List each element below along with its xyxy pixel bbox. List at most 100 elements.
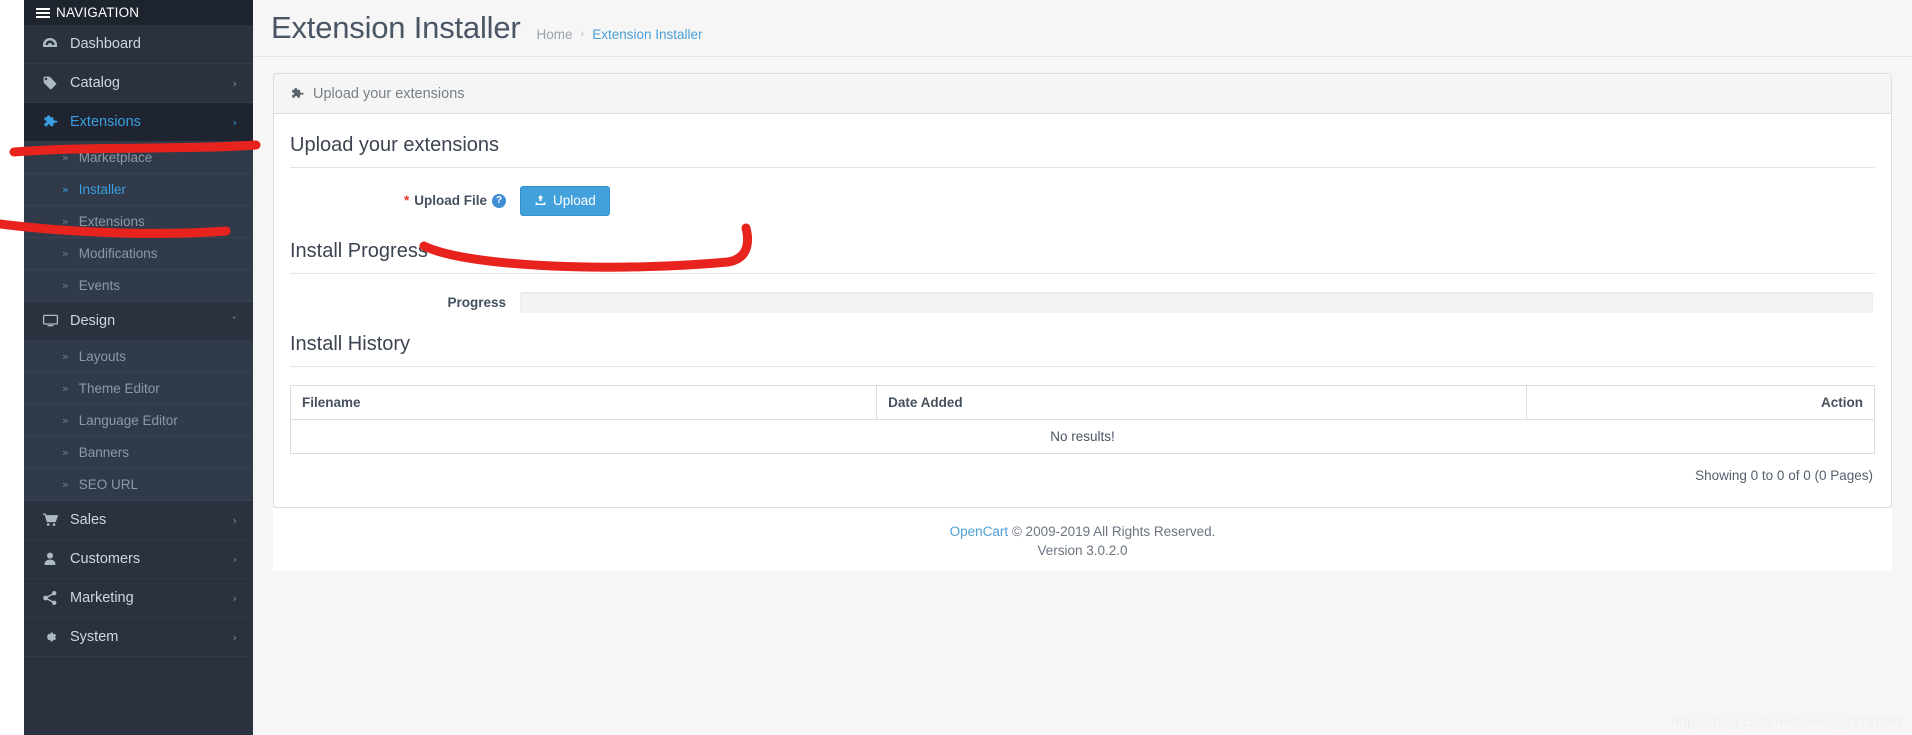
upload-button-label: Upload [553, 194, 596, 208]
upload-file-label-text: Upload File [414, 193, 487, 208]
chevron-right-icon: › [233, 514, 237, 527]
page-header: Extension Installer Home › Extension Ins… [253, 0, 1912, 57]
sidebar: NAVIGATION Dashboard Catalog › Extension… [24, 0, 253, 735]
opencart-link[interactable]: OpenCart [950, 524, 1009, 539]
column-header-action: Action [1526, 385, 1874, 419]
sidebar-item-modifications[interactable]: » Modifications [24, 238, 253, 270]
sidebar-item-theme-editor[interactable]: » Theme Editor [24, 373, 253, 405]
upload-file-label: * Upload File ? [290, 193, 520, 208]
sidebar-item-sales[interactable]: Sales › [24, 501, 253, 540]
footer: OpenCart © 2009-2019 All Rights Reserved… [273, 508, 1892, 571]
column-header-filename[interactable]: Filename [291, 385, 877, 419]
chevron-right-icon: » [62, 382, 69, 395]
progress-label: Progress [290, 295, 520, 310]
sidebar-item-extensions[interactable]: Extensions › [24, 103, 253, 142]
chevron-right-icon: » [62, 279, 69, 292]
sidebar-item-label: Installer [79, 182, 126, 197]
sidebar-item-label: SEO URL [79, 477, 138, 492]
chevron-right-icon: › [233, 553, 237, 566]
chevron-right-icon: › [233, 631, 237, 644]
sidebar-item-customers[interactable]: Customers › [24, 540, 253, 579]
sidebar-item-catalog[interactable]: Catalog › [24, 64, 253, 103]
sidebar-item-banners[interactable]: » Banners [24, 437, 253, 469]
footer-copyright-text: © 2009-2019 All Rights Reserved. [1012, 524, 1216, 539]
install-history-table: Filename Date Added Action No results! [290, 385, 1875, 454]
progress-bar-track [520, 292, 1873, 313]
sidebar-item-layouts[interactable]: » Layouts [24, 341, 253, 373]
chevron-right-icon: » [62, 215, 69, 228]
sidebar-item-marketplace[interactable]: » Marketplace [24, 142, 253, 174]
progress-row: Progress [290, 292, 1875, 313]
footer-copyright-line: OpenCart © 2009-2019 All Rights Reserved… [273, 522, 1892, 542]
tag-icon [42, 75, 66, 91]
sidebar-item-label: Banners [79, 445, 129, 460]
sidebar-item-label: Catalog [66, 75, 233, 91]
upload-panel: Upload your extensions Upload your exten… [273, 73, 1892, 508]
puzzle-icon [290, 87, 305, 101]
sidebar-item-label: Modifications [79, 246, 158, 261]
breadcrumb-current[interactable]: Extension Installer [592, 27, 702, 42]
sidebar-item-design[interactable]: Design ˇ [24, 302, 253, 341]
page-title: Extension Installer [271, 10, 521, 46]
navigation-header: NAVIGATION [24, 0, 253, 25]
breadcrumb-separator-icon: › [581, 28, 585, 40]
content-area: Upload your extensions Upload your exten… [253, 57, 1912, 571]
chevron-right-icon: » [62, 183, 69, 196]
sidebar-item-label: Marketplace [79, 150, 153, 165]
table-header-row: Filename Date Added Action [291, 385, 1875, 419]
sidebar-item-extensions-sub[interactable]: » Extensions [24, 206, 253, 238]
install-progress-title: Install Progress [290, 226, 1875, 274]
sidebar-item-seo-url[interactable]: » SEO URL [24, 469, 253, 501]
sidebar-item-label: Design [66, 313, 232, 329]
column-header-date-added[interactable]: Date Added [877, 385, 1526, 419]
required-asterisk: * [404, 193, 409, 208]
chevron-right-icon: › [233, 116, 237, 129]
upload-legend: Upload your extensions [290, 128, 1875, 168]
puzzle-icon [42, 114, 66, 130]
footer-version: Version 3.0.2.0 [273, 541, 1892, 561]
dashboard-icon [42, 36, 66, 52]
table-head: Filename Date Added Action [291, 385, 1875, 419]
question-mark-icon[interactable]: ? [492, 194, 506, 208]
upload-button[interactable]: Upload [520, 186, 610, 216]
watermark: https://blog.csdn.net/weixin_43731793 [1672, 714, 1904, 729]
sidebar-item-label: Marketing [66, 590, 233, 606]
sidebar-item-label: Sales [66, 512, 233, 528]
chevron-right-icon: » [62, 151, 69, 164]
chevron-right-icon: › [233, 77, 237, 90]
sidebar-item-marketing[interactable]: Marketing › [24, 579, 253, 618]
sidebar-item-language-editor[interactable]: » Language Editor [24, 405, 253, 437]
chevron-right-icon: › [233, 592, 237, 605]
chevron-right-icon: » [62, 446, 69, 459]
sidebar-item-label: Customers [66, 551, 233, 567]
hamburger-icon[interactable] [36, 6, 50, 20]
app-root: NAVIGATION Dashboard Catalog › Extension… [0, 0, 1912, 735]
chevron-down-icon: ˇ [232, 315, 238, 328]
upload-file-row: * Upload File ? Upload [290, 186, 1875, 216]
gear-icon [42, 629, 66, 645]
breadcrumb-home[interactable]: Home [537, 27, 573, 42]
upload-icon [534, 194, 547, 207]
table-row-empty: No results! [291, 419, 1875, 453]
monitor-icon [42, 313, 66, 329]
left-gutter [0, 0, 24, 735]
sidebar-item-system[interactable]: System › [24, 618, 253, 657]
sidebar-item-dashboard[interactable]: Dashboard [24, 25, 253, 64]
share-icon [42, 590, 66, 606]
chevron-right-icon: » [62, 414, 69, 427]
pagination-summary: Showing 0 to 0 of 0 (0 Pages) [290, 454, 1875, 489]
main-content: Extension Installer Home › Extension Ins… [253, 0, 1912, 735]
sidebar-item-label: Extensions [79, 214, 145, 229]
sidebar-item-installer[interactable]: » Installer [24, 174, 253, 206]
sidebar-item-label: Language Editor [79, 413, 178, 428]
chevron-right-icon: » [62, 350, 69, 363]
sidebar-item-label: Dashboard [66, 36, 237, 52]
cart-icon [42, 512, 66, 528]
panel-header: Upload your extensions [274, 74, 1891, 114]
sidebar-item-label: Events [79, 278, 120, 293]
panel-header-title: Upload your extensions [313, 86, 465, 102]
no-results-cell: No results! [291, 419, 1875, 453]
breadcrumb: Home › Extension Installer [537, 15, 703, 42]
sidebar-item-events[interactable]: » Events [24, 270, 253, 302]
sidebar-item-label: Extensions [66, 114, 233, 130]
